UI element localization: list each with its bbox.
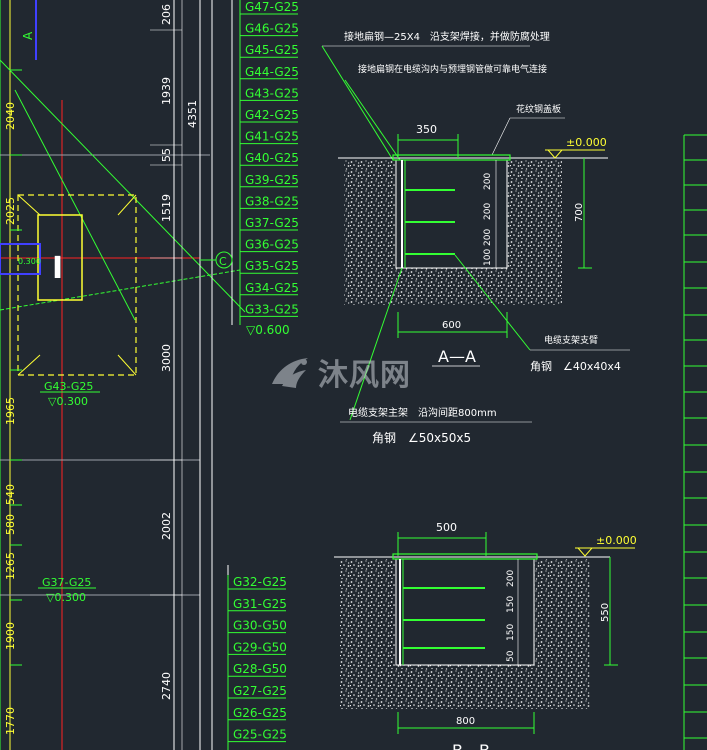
left-dim-7: 1900 (4, 622, 17, 650)
soil-bottom-aa (344, 268, 562, 305)
right-table (683, 134, 707, 750)
aa-top-width: 350 (416, 123, 437, 136)
aa-elevation: ±0.000 (566, 136, 607, 149)
bar-bottom-label: G26-G25 (233, 706, 287, 720)
axis-c-label: C (219, 255, 227, 268)
bb-bottom-width: 800 (456, 716, 475, 727)
bb-spacing-2: 150 (506, 596, 516, 613)
left-dim-8: 1770 (4, 707, 17, 735)
column-dimensions: 206 1939 55 1519 3000 2002 2740 4351 C (150, 0, 233, 750)
bar-bottom-label: G28-G50 (233, 662, 287, 676)
bars-top-level: ▽0.600 (246, 323, 290, 337)
aa-spacing-2: 200 (483, 203, 493, 220)
support-bracket-angle: 角钢 ∠40x40x4 (530, 360, 621, 373)
bar-bottom-label: G31-G25 (233, 597, 287, 611)
bar-top-label: G40-G25 (245, 151, 299, 165)
bars-bottom-list: G32-G25 G31-G25 G30-G50 G29-G50 G28-G50 G27-G… (227, 575, 287, 750)
left-g43-level: ▽0.300 (48, 395, 88, 408)
main-support-angle: 角钢 ∠50x50x5 (372, 431, 471, 445)
note-2: 接地扁钢在电缆沟内与预埋钢管做可靠电气连接 (358, 63, 547, 75)
left-dim-3: 1965 (4, 397, 17, 425)
column-i-beam: I (52, 251, 63, 286)
left-g37-level: ▽0.300 (46, 591, 86, 604)
bar-top-label: G37-G25 (245, 216, 299, 230)
left-plan: A I 0.300 2040 2025 1965 540 580 1265 19… (0, 0, 246, 750)
aa-title: A—A (438, 347, 476, 366)
bar-top-label: G43-G25 (245, 86, 299, 100)
left-dim-4: 540 (4, 484, 17, 505)
watermark-text: 沐风网 (318, 358, 411, 393)
column-dim-3: 55 (160, 148, 173, 162)
left-dim-2: 2025 (4, 197, 17, 225)
bar-bottom-label: G25-G25 (233, 728, 287, 742)
aa-spacing-4: 100 (483, 249, 493, 266)
left-g43-label: G43-G25 (44, 380, 93, 393)
column-dim-2: 1939 (160, 77, 173, 105)
bar-bottom-label: G32-G25 (233, 575, 287, 589)
left-g37-label: G37-G25 (42, 576, 91, 589)
left-dim-1: 2040 (4, 102, 17, 130)
aa-depth: 700 (574, 203, 585, 222)
column-dim-5: 3000 (160, 344, 173, 372)
column-dim-7: 2740 (160, 672, 173, 700)
soil-bottom-bb (340, 665, 590, 709)
section-aa: 200 200 200 100 350 ±0.000 700 600 A—A 电… (338, 123, 630, 445)
total-dim: 4351 (186, 100, 199, 128)
column-dim-1: 206 (160, 4, 173, 25)
aa-bottom-width: 600 (442, 320, 461, 331)
bar-bottom-label: G30-G50 (233, 619, 287, 633)
aa-spacing-3: 200 (483, 229, 493, 246)
bb-top-width: 500 (436, 521, 457, 534)
bar-top-label: G42-G25 (245, 108, 299, 122)
bar-top-label: G47-G25 (245, 0, 299, 14)
bar-top-label: G46-G25 (245, 22, 299, 36)
bar-top-label: G35-G25 (245, 259, 299, 273)
bb-elevation: ±0.000 (596, 534, 637, 547)
aa-spacing-1: 200 (483, 173, 493, 190)
bar-top-label: G41-G25 (245, 130, 299, 144)
watermark-icon (272, 358, 308, 388)
small-level-label: 0.300 (18, 257, 41, 266)
main-support-label: 电缆支架主架 沿沟间距800mm (348, 406, 497, 419)
bb-spacing-1: 200 (506, 570, 516, 587)
watermark-logo: 沐风网 (268, 350, 443, 394)
bar-top-label: G44-G25 (245, 65, 299, 79)
axis-a-label: A (21, 31, 35, 40)
note-1: 接地扁钢—25X4 沿支架焊接，并做防腐处理 (344, 30, 550, 43)
bar-bottom-label: G27-G25 (233, 684, 287, 698)
bar-top-label: G39-G25 (245, 173, 299, 187)
left-dim-6: 1265 (4, 552, 17, 580)
bb-spacing-4: 50 (506, 650, 516, 662)
bar-top-label: G36-G25 (245, 238, 299, 252)
bars-top-list: G47-G25 G46-G25 G45-G25 G44-G25 G43-G25 G42-G… (239, 0, 299, 325)
bb-depth: 550 (600, 603, 611, 622)
support-bracket-label: 电缆支架支臂 (544, 334, 598, 346)
cover-plate-label: 花纹钢盖板 (516, 103, 561, 115)
left-dim-5: 580 (4, 514, 17, 535)
column-dim-6: 2002 (160, 512, 173, 540)
section-bb: 200 150 150 50 500 ±0.000 550 800 B—B (334, 521, 637, 750)
column-dim-4: 1519 (160, 194, 173, 222)
bar-top-label: G33-G25 (245, 302, 299, 316)
bar-bottom-label: G29-G50 (233, 640, 287, 654)
bar-top-label: G38-G25 (245, 194, 299, 208)
bar-top-label: G34-G25 (245, 281, 299, 295)
bb-title: B—B (452, 741, 490, 750)
notes: 接地扁钢—25X4 沿支架焊接，并做防腐处理 接地扁钢在电缆沟内与预埋钢管做可靠… (321, 30, 565, 169)
bb-spacing-3: 150 (506, 624, 516, 641)
bar-top-label: G45-G25 (245, 43, 299, 57)
